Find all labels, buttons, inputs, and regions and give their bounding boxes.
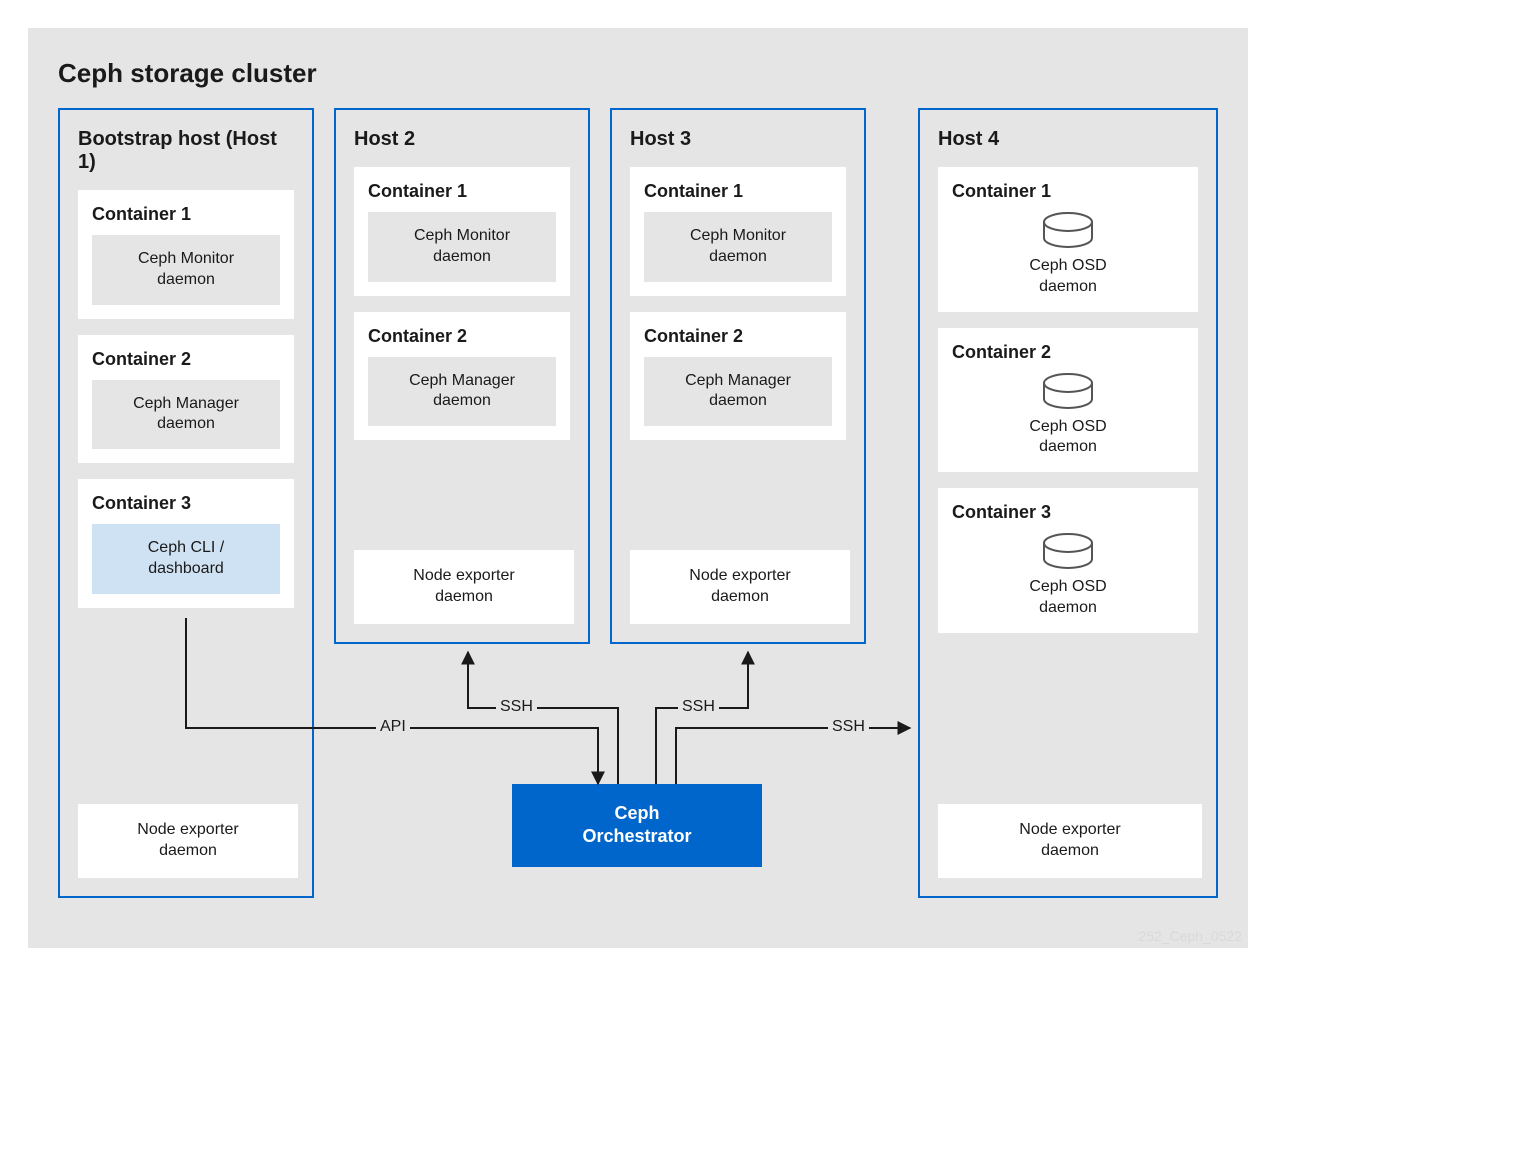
host-2-container-2: Container 2 Ceph Manager daemon [354,312,570,441]
cluster-title: Ceph storage cluster [58,58,317,89]
host-1-container-1: Container 1 Ceph Monitor daemon [78,190,294,319]
host-4-container-1-title: Container 1 [952,181,1184,202]
host-3-box: Host 3 Container 1 Ceph Monitor daemon C… [610,108,866,644]
host-2-container-1-daemon: Ceph Monitor daemon [368,212,556,282]
host-1-container-2: Container 2 Ceph Manager daemon [78,335,294,464]
host-2-box: Host 2 Container 1 Ceph Monitor daemon C… [334,108,590,644]
host-3-title: Host 3 [630,128,846,151]
host-3-container-1-daemon: Ceph Monitor daemon [644,212,832,282]
host-4-container-2-title: Container 2 [952,342,1184,363]
ssh-label-host2: SSH [496,698,537,716]
host-3-node-exporter: Node exporter daemon [630,550,850,624]
watermark: 252_Ceph_0522 [1138,928,1242,944]
host-3-container-2: Container 2 Ceph Manager daemon [630,312,846,441]
host-3-container-1: Container 1 Ceph Monitor daemon [630,167,846,296]
host-4-box: Host 4 Container 1 Ceph OSD daemon Conta… [918,108,1218,898]
host-3-container-2-title: Container 2 [644,326,832,347]
host-1-container-1-daemon: Ceph Monitor daemon [92,235,280,305]
host-1-container-2-title: Container 2 [92,349,280,370]
host-4-node-exporter: Node exporter daemon [938,804,1202,878]
host-4-container-1-label: Ceph OSD daemon [952,256,1184,298]
host-1-container-3-title: Container 3 [92,493,280,514]
api-label: API [376,718,410,736]
host-2-container-1: Container 1 Ceph Monitor daemon [354,167,570,296]
host-2-title: Host 2 [354,128,570,151]
host-2-node-exporter: Node exporter daemon [354,550,574,624]
host-2-container-1-title: Container 1 [368,181,556,202]
host-4-container-3-label: Ceph OSD daemon [952,577,1184,619]
diagram-canvas: Ceph storage cluster Bootstrap host (Hos… [28,28,1248,948]
host-1-node-exporter: Node exporter daemon [78,804,298,878]
disk-icon [952,533,1184,569]
ceph-orchestrator-box: Ceph Orchestrator [512,784,762,867]
ssh-label-host3: SSH [678,698,719,716]
disk-icon [952,373,1184,409]
host-2-container-2-daemon: Ceph Manager daemon [368,357,556,427]
host-3-container-1-title: Container 1 [644,181,832,202]
host-1-box: Bootstrap host (Host 1) Container 1 Ceph… [58,108,314,898]
host-4-container-3: Container 3 Ceph OSD daemon [938,488,1198,633]
host-4-title: Host 4 [938,128,1198,151]
host-4-container-3-title: Container 3 [952,502,1184,523]
host-1-container-3-daemon: Ceph CLI / dashboard [92,524,280,594]
host-1-container-1-title: Container 1 [92,204,280,225]
host-1-container-2-daemon: Ceph Manager daemon [92,380,280,450]
host-3-container-2-daemon: Ceph Manager daemon [644,357,832,427]
host-1-container-3: Container 3 Ceph CLI / dashboard [78,479,294,608]
ssh-label-host4: SSH [828,718,869,736]
host-2-container-2-title: Container 2 [368,326,556,347]
host-1-title: Bootstrap host (Host 1) [78,128,294,174]
host-4-container-2-label: Ceph OSD daemon [952,417,1184,459]
host-4-container-2: Container 2 Ceph OSD daemon [938,328,1198,473]
disk-icon [952,212,1184,248]
host-4-container-1: Container 1 Ceph OSD daemon [938,167,1198,312]
